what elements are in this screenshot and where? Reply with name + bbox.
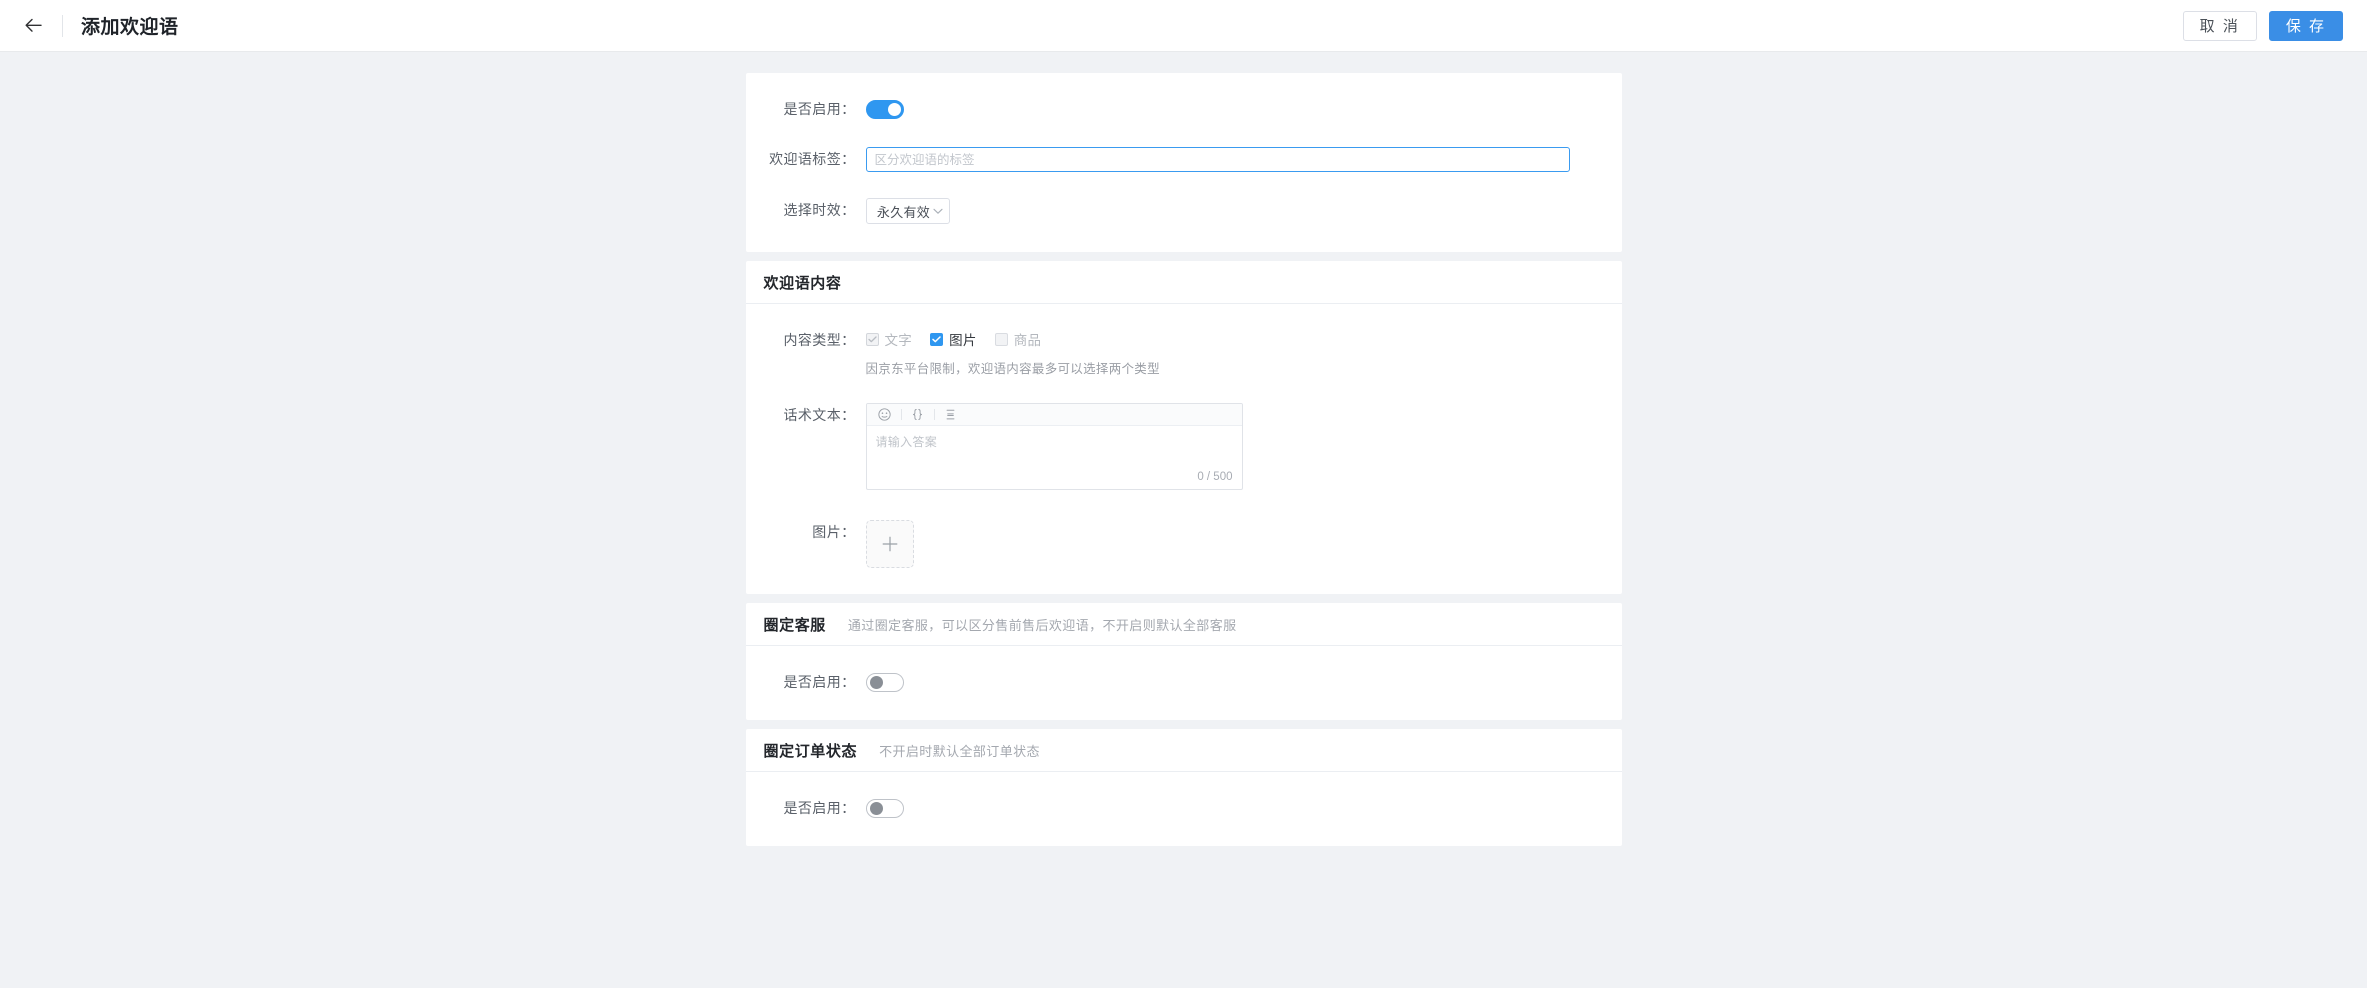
page-title: 添加欢迎语 bbox=[81, 17, 179, 38]
order-status-enable-toggle[interactable] bbox=[865, 798, 904, 818]
script-text-counter: 0 / 500 bbox=[1197, 471, 1233, 483]
validity-select-value: 永久有效 bbox=[876, 204, 931, 220]
order-status-header: 圈定订单状态 不开启时默认全部订单状态 bbox=[745, 729, 1622, 772]
welcome-content-title: 欢迎语内容 bbox=[763, 274, 842, 292]
toggle-knob bbox=[869, 675, 883, 689]
agents-header: 圈定客服 通过圈定客服，可以区分售前售后欢迎语，不开启则默认全部客服 bbox=[745, 603, 1622, 646]
checkbox-box bbox=[994, 332, 1008, 346]
agents-body: 是否启用： bbox=[746, 646, 1622, 720]
welcome-tag-input[interactable] bbox=[865, 147, 1570, 172]
image-label: 图片： bbox=[812, 524, 856, 540]
agents-description: 通过圈定客服，可以区分售前售后欢迎语，不开启则默认全部客服 bbox=[847, 617, 1237, 633]
order-status-title: 圈定订单状态 bbox=[763, 742, 858, 760]
toggle-knob bbox=[887, 102, 901, 116]
quick-reply-icon[interactable] bbox=[941, 404, 961, 426]
agents-enable-toggle[interactable] bbox=[865, 672, 904, 692]
checkbox-image[interactable]: 图片 bbox=[930, 329, 977, 349]
emoji-icon[interactable] bbox=[875, 404, 895, 426]
order-status-body: 是否启用： bbox=[746, 772, 1622, 846]
plus-icon bbox=[881, 535, 899, 553]
welcome-content-header: 欢迎语内容 bbox=[745, 261, 1622, 304]
agents-enable-row: 是否启用： bbox=[746, 670, 1622, 694]
welcome-tag-label: 欢迎语标签： bbox=[769, 151, 856, 167]
validity-row: 选择时效： 永久有效 bbox=[746, 198, 1622, 224]
content-type-row: 内容类型： 文字 图片 商品 因京东平台限制，欢迎语内容最多可以选择两个类型 bbox=[746, 328, 1622, 377]
script-text-editor[interactable]: 请输入答案 0 / 500 bbox=[865, 403, 1243, 490]
checkbox-box bbox=[930, 332, 944, 346]
basic-settings-card: 是否启用： 欢迎语标签： 选择时效： 永久有效 bbox=[745, 73, 1622, 252]
agents-title: 圈定客服 bbox=[763, 616, 826, 634]
checkbox-box bbox=[865, 332, 879, 346]
cancel-button[interactable]: 取 消 bbox=[2182, 10, 2257, 41]
arrow-left-icon bbox=[25, 18, 42, 33]
validity-label: 选择时效： bbox=[783, 202, 856, 218]
order-status-card: 圈定订单状态 不开启时默认全部订单状态 是否启用： bbox=[745, 729, 1622, 846]
welcome-tag-row: 欢迎语标签： bbox=[746, 147, 1622, 172]
editor-toolbar bbox=[866, 404, 1242, 426]
back-button[interactable] bbox=[18, 11, 48, 41]
toolbar-divider bbox=[900, 409, 902, 420]
order-status-description: 不开启时默认全部订单状态 bbox=[879, 743, 1040, 759]
enable-row: 是否启用： bbox=[746, 97, 1622, 121]
checkbox-text[interactable]: 文字 bbox=[865, 329, 913, 349]
toolbar-divider bbox=[933, 409, 935, 420]
content-container: 是否启用： 欢迎语标签： 选择时效： 永久有效 bbox=[745, 73, 1622, 846]
chevron-down-icon bbox=[932, 208, 943, 215]
content-type-hint: 因京东平台限制，欢迎语内容最多可以选择两个类型 bbox=[865, 362, 1160, 376]
enable-label: 是否启用： bbox=[783, 101, 856, 117]
header-actions: 取 消 保 存 bbox=[2182, 10, 2343, 41]
header-divider bbox=[62, 14, 63, 37]
script-text-area[interactable]: 请输入答案 bbox=[867, 426, 1242, 471]
welcome-content-body: 内容类型： 文字 图片 商品 因京东平台限制，欢迎语内容最多可以选择两个类型 话… bbox=[746, 304, 1622, 594]
page-scroll-area[interactable]: 是否启用： 欢迎语标签： 选择时效： 永久有效 bbox=[0, 52, 2367, 988]
content-type-label: 内容类型： bbox=[783, 332, 856, 348]
variable-braces-icon[interactable] bbox=[908, 404, 928, 426]
app-header: 添加欢迎语 取 消 保 存 bbox=[0, 0, 2367, 52]
agents-enable-label: 是否启用： bbox=[783, 674, 856, 690]
agents-card: 圈定客服 通过圈定客服，可以区分售前售后欢迎语，不开启则默认全部客服 是否启用： bbox=[745, 603, 1622, 720]
checkbox-image-label: 图片 bbox=[949, 333, 977, 348]
toggle-knob bbox=[869, 801, 883, 815]
checkbox-product[interactable]: 商品 bbox=[994, 329, 1042, 349]
content-type-checkbox-group: 文字 图片 商品 bbox=[865, 328, 1622, 350]
script-text-label: 话术文本： bbox=[783, 407, 856, 423]
enable-toggle[interactable] bbox=[865, 99, 904, 119]
script-text-row: 话术文本： 请输入答案 0 / 500 bbox=[746, 403, 1622, 490]
order-status-enable-label: 是否启用： bbox=[783, 800, 856, 816]
welcome-content-card: 欢迎语内容 内容类型： 文字 图片 商品 因京东平台限制，欢迎语内容最多可以选择… bbox=[745, 261, 1622, 594]
checkbox-product-label: 商品 bbox=[1013, 333, 1042, 348]
validity-select[interactable]: 永久有效 bbox=[865, 198, 950, 224]
image-row: 图片： bbox=[746, 520, 1622, 568]
image-upload-button[interactable] bbox=[865, 520, 914, 568]
save-button[interactable]: 保 存 bbox=[2268, 10, 2343, 41]
checkbox-text-label: 文字 bbox=[884, 333, 913, 348]
order-status-enable-row: 是否启用： bbox=[746, 796, 1622, 820]
